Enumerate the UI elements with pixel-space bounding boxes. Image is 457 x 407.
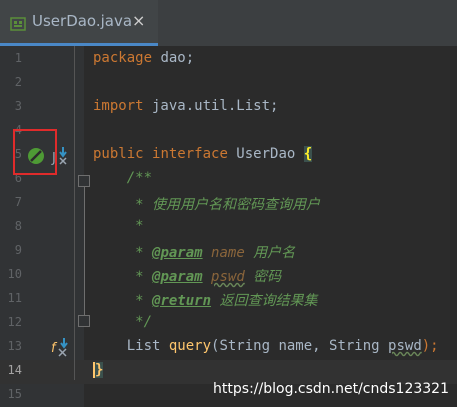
editor-tab-bar: UserDao.java × <box>0 0 457 46</box>
code-line-12[interactable]: 12 */ <box>0 312 457 336</box>
line-text: * @param name 用户名 <box>93 245 296 261</box>
line-text: /** <box>93 170 153 186</box>
line-text: * <box>93 218 144 234</box>
line-text: * 使用用户名和密码查询用户 <box>93 197 321 213</box>
gutter-separator <box>74 46 75 380</box>
line-number: 8 <box>14 219 22 233</box>
code-line-4[interactable]: 4 <box>0 120 457 144</box>
watermark: https://blog.csdn.net/cnds123321 <box>213 381 449 397</box>
method-implemented-icon[interactable]: f <box>50 336 70 358</box>
line-number: 15 <box>7 387 22 401</box>
line-number: 14 <box>7 363 22 377</box>
line-text: import java.util.List; <box>93 98 279 114</box>
line-number: 12 <box>7 315 22 329</box>
line-text: */ <box>93 314 153 330</box>
fold-marker-icon[interactable] <box>78 175 90 187</box>
code-line-8[interactable]: 8 * <box>0 216 457 240</box>
tab-title: UserDao.java <box>32 12 133 30</box>
fold-guide <box>84 187 85 315</box>
code-line-7[interactable]: 7 * 使用用户名和密码查询用户 <box>0 192 457 216</box>
line-number: 3 <box>14 99 22 113</box>
line-number: 10 <box>7 267 22 281</box>
line-text: * @return 返回查询结果集 <box>93 293 318 309</box>
tab-userdao-java[interactable]: UserDao.java × <box>0 0 158 46</box>
line-number: 9 <box>14 243 22 257</box>
highlight-box <box>13 129 57 175</box>
line-text: List query(String name, String pswd); <box>93 338 439 354</box>
code-line-6[interactable]: 6 /** <box>0 168 457 192</box>
line-number: 13 <box>7 339 22 353</box>
code-line-1[interactable]: 1 package dao; <box>0 48 457 72</box>
code-editor[interactable]: 1 package dao; 2 3 import java.util.List… <box>0 46 457 407</box>
line-number: 2 <box>14 75 22 89</box>
line-text: * @param pswd 密码 <box>93 269 282 285</box>
line-number: 11 <box>7 291 22 305</box>
line-text: package dao; <box>93 50 195 66</box>
code-line-3[interactable]: 3 import java.util.List; <box>0 96 457 120</box>
line-number: 1 <box>14 51 22 65</box>
code-line-11[interactable]: 11 * @return 返回查询结果集 <box>0 288 457 312</box>
code-line-2[interactable]: 2 <box>0 72 457 96</box>
svg-text:f: f <box>51 341 58 356</box>
code-line-9[interactable]: 9 * @param name 用户名 <box>0 240 457 264</box>
fold-marker-icon[interactable] <box>78 315 90 327</box>
line-text: public interface UserDao { <box>93 146 313 162</box>
java-interface-file-icon <box>10 17 26 31</box>
line-text: } <box>93 362 104 378</box>
line-number: 7 <box>14 195 22 209</box>
code-line-10[interactable]: 10 * @param pswd 密码 <box>0 264 457 288</box>
tab-close-icon[interactable]: × <box>132 11 145 30</box>
